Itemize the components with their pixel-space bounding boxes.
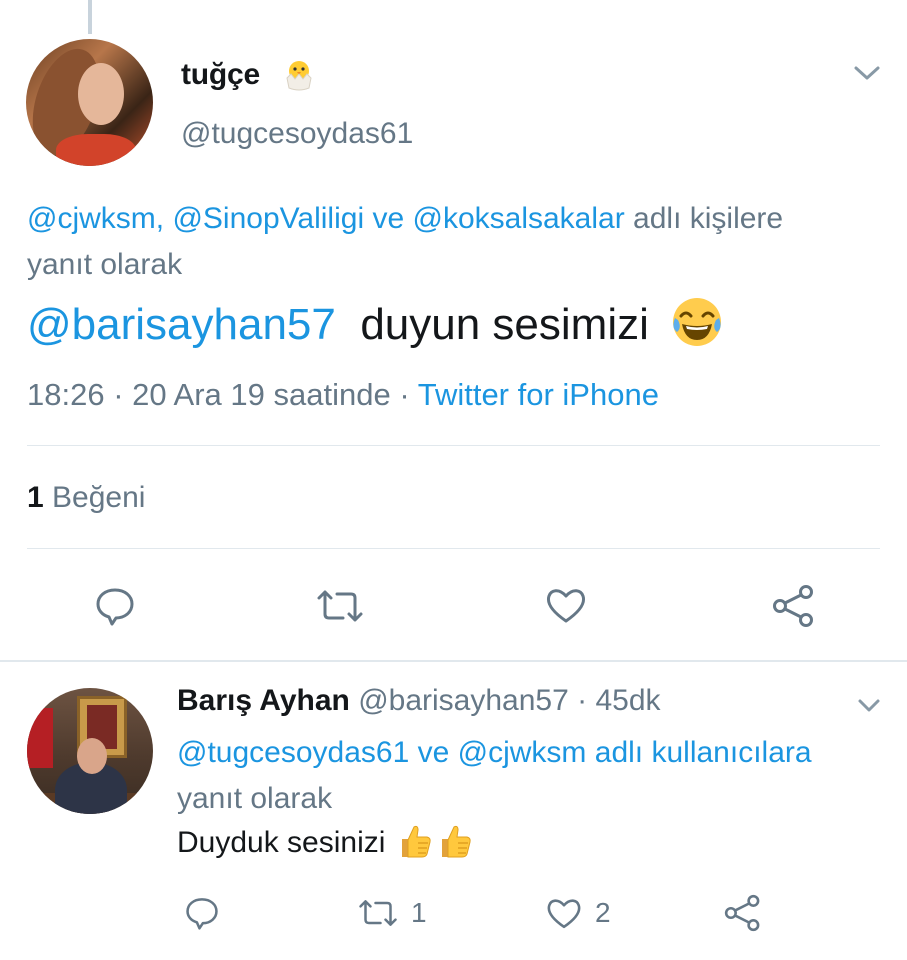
likes-label: Beğeni — [52, 481, 146, 514]
reply-context-suffix: yanıt olarak — [177, 782, 333, 815]
share-button[interactable] — [772, 584, 816, 628]
mention-link[interactable]: @SinopValiligi — [172, 202, 364, 235]
mention-link[interactable]: @koksalsakalar — [413, 202, 625, 235]
tweet-date[interactable]: 20 Ara 19 saatinde — [132, 377, 391, 412]
divider — [27, 548, 880, 549]
author-handle[interactable]: @barisayhan57 — [358, 684, 569, 717]
reply-context: @cjwksm, @SinopValiligi ve @koksalsakala… — [27, 196, 827, 288]
reply-context-link[interactable]: kullanıcılara — [651, 736, 811, 769]
reply-context: @tugcesoydas61 ve @cjwksm adlı kullanıcı… — [177, 730, 817, 822]
author-name[interactable]: Barış Ayhan — [177, 684, 350, 717]
avatar[interactable] — [26, 39, 153, 166]
reply-button[interactable] — [184, 896, 232, 930]
tweet-body: Duyduk sesinizi — [177, 826, 386, 859]
heart-icon — [547, 899, 581, 929]
meta-separator: · — [577, 684, 588, 717]
mention-link[interactable]: @cjwksm — [458, 736, 587, 769]
mention-link[interactable]: @cjwksm, — [27, 202, 164, 235]
tweet-text: Duyduk sesinizi — [177, 826, 474, 861]
retweet-icon — [359, 900, 397, 926]
tweet-source-link[interactable]: Twitter for iPhone — [418, 377, 659, 412]
reply-context-joiner[interactable]: ve — [418, 736, 450, 769]
chevron-down-icon[interactable] — [856, 696, 882, 716]
author-handle[interactable]: @tugcesoydas61 — [181, 117, 413, 151]
hatching-chick-icon — [286, 61, 312, 91]
reply-context-link[interactable]: adlı — [595, 736, 643, 769]
mention-link[interactable]: @tugcesoydas61 — [177, 736, 409, 769]
like-button[interactable] — [544, 585, 588, 625]
tweet-text: @barisayhan57 duyun sesimizi — [27, 298, 725, 350]
share-button[interactable] — [724, 894, 762, 932]
author-name[interactable]: tuğçe — [181, 58, 260, 92]
divider — [27, 445, 880, 446]
reply-header: Barış Ayhan @barisayhan57 · 45dk — [177, 684, 661, 718]
retweet-count: 1 — [411, 897, 427, 928]
share-icon — [773, 585, 813, 627]
share-icon — [724, 894, 760, 932]
face-with-tears-of-joy-icon — [673, 298, 722, 347]
reply-button[interactable] — [94, 586, 136, 626]
heart-icon — [547, 589, 585, 623]
reply-icon — [186, 898, 218, 930]
thumbs-up-icon — [441, 826, 471, 858]
likes-count: 1 — [27, 481, 44, 514]
like-button[interactable]: 2 — [545, 895, 611, 931]
meta-separator: · — [399, 377, 410, 412]
reply-context-joiner[interactable]: ve — [372, 202, 404, 235]
meta-separator: · — [113, 377, 124, 412]
avatar[interactable] — [27, 688, 153, 814]
retweet-icon — [317, 590, 363, 622]
retweet-button[interactable] — [315, 588, 365, 624]
retweet-button[interactable]: 1 — [357, 897, 427, 929]
mention-link[interactable]: @barisayhan57 — [27, 300, 336, 349]
likes-count-link[interactable]: 1 Beğeni — [27, 481, 145, 515]
thread-connector-line — [88, 0, 92, 34]
tweet-time[interactable]: 45dk — [595, 684, 660, 717]
thumbs-up-icon — [401, 826, 431, 858]
chevron-down-icon[interactable] — [852, 62, 882, 84]
reply-icon — [96, 588, 134, 626]
like-count: 2 — [595, 897, 611, 928]
tweet-time[interactable]: 18:26 — [27, 377, 105, 412]
tweet-meta: 18:26 · 20 Ara 19 saatinde · Twitter for… — [27, 377, 659, 413]
tweet-body: duyun sesimizi — [360, 300, 649, 349]
tweet-separator — [0, 660, 907, 662]
